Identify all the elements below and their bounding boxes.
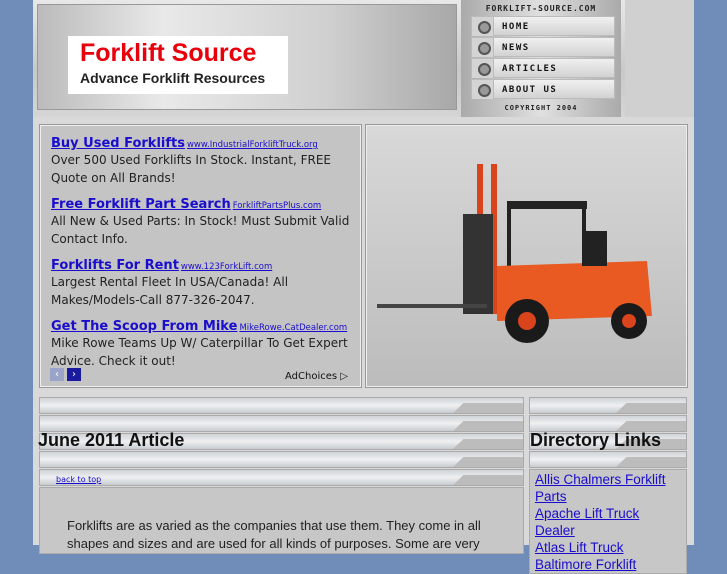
ad-text: Largest Rental Fleet In USA/Canada! All … xyxy=(51,275,289,307)
ad-item: Get The Scoop From Mike MikeRowe.CatDeale… xyxy=(51,315,350,370)
header-banner: Forklift Source Advance Forklift Resourc… xyxy=(37,4,457,110)
divider-bar xyxy=(39,469,524,486)
ad-text: Over 500 Used Forklifts In Stock. Instan… xyxy=(51,153,331,185)
forklift-photo xyxy=(365,124,688,388)
ad-next-button[interactable]: › xyxy=(67,368,81,381)
ad-text: Mike Rowe Teams Up W/ Caterpillar To Get… xyxy=(51,336,348,368)
ad-choices-label: AdChoices xyxy=(285,371,338,382)
nav-news[interactable]: News xyxy=(471,37,615,57)
divider-bar xyxy=(529,397,687,414)
ad-title-link[interactable]: Buy Used Forklifts xyxy=(51,136,185,151)
directory-link[interactable]: Allis Chalmers Forklift Parts xyxy=(535,471,681,505)
nav-articles[interactable]: Articles xyxy=(471,58,615,78)
header-texture xyxy=(625,0,694,117)
directory-link[interactable]: Atlas Lift Truck xyxy=(535,539,681,556)
site-title: Forklift Source xyxy=(80,39,257,67)
divider-bar xyxy=(529,451,687,468)
bullet-icon xyxy=(472,17,494,36)
ad-choices-icon: ▷ xyxy=(340,371,348,382)
bullet-icon xyxy=(472,38,494,57)
ad-item: Free Forklift Part Search ForkliftPartsPl… xyxy=(51,193,350,248)
forklift-image xyxy=(377,164,652,343)
ad-item: Forklifts For Rent www.123ForkLift.com Lar… xyxy=(51,254,350,309)
copyright: Copyright 2004 xyxy=(504,104,578,112)
ad-text: All New & Used Parts: In Stock! Must Sub… xyxy=(51,214,350,246)
nav-home[interactable]: Home xyxy=(471,16,615,36)
ad-prev-button[interactable]: ‹ xyxy=(50,368,64,381)
article-title: June 2011 Article xyxy=(38,430,185,450)
ad-url-link[interactable]: ForkliftPartsPlus.com xyxy=(233,201,321,211)
header: Forklift Source Advance Forklift Resourc… xyxy=(33,0,694,117)
ad-block: Buy Used Forklifts www.IndustrialForklift… xyxy=(39,124,362,388)
bullet-icon xyxy=(472,80,494,99)
directory-links: Allis Chalmers Forklift Parts Apache Lif… xyxy=(529,469,687,574)
ad-pagination: ‹ › xyxy=(50,368,81,381)
article-body: Forklifts are as varied as the companies… xyxy=(39,487,524,554)
back-to-top-link[interactable]: back to top xyxy=(56,475,101,484)
directory-title: Directory Links xyxy=(530,430,662,450)
domain-label: forklift-source.com xyxy=(485,4,597,13)
nav-label: Articles xyxy=(502,64,558,74)
nav-label: News xyxy=(502,43,530,53)
site-tagline: Advance Forklift Resources xyxy=(80,70,266,86)
ad-item: Buy Used Forklifts www.IndustrialForklift… xyxy=(51,132,350,187)
ad-title-link[interactable]: Forklifts For Rent xyxy=(51,258,179,273)
ad-url-link[interactable]: www.IndustrialForkliftTruck.org xyxy=(187,140,318,150)
logo[interactable]: Forklift Source Advance Forklift Resourc… xyxy=(68,36,288,94)
page: Forklift Source Advance Forklift Resourc… xyxy=(33,0,694,574)
nav-label: About Us xyxy=(502,85,558,95)
ad-url-link[interactable]: MikeRowe.CatDealer.com xyxy=(239,323,347,333)
nav-about-us[interactable]: About Us xyxy=(471,79,615,99)
bullet-icon xyxy=(472,59,494,78)
article-text: Forklifts are as varied as the companies… xyxy=(67,518,481,551)
directory-link[interactable]: Apache Lift Truck Dealer xyxy=(535,505,681,539)
ad-url-link[interactable]: www.123ForkLift.com xyxy=(181,262,272,272)
ad-title-link[interactable]: Free Forklift Part Search xyxy=(51,197,231,212)
nav-label: Home xyxy=(502,22,530,32)
ad-title-link[interactable]: Get The Scoop From Mike xyxy=(51,319,237,334)
main-nav: forklift-source.com Home News Articles A… xyxy=(461,0,621,117)
divider-bar xyxy=(39,451,524,468)
divider-bar xyxy=(39,397,524,414)
directory-link[interactable]: Baltimore Forklift xyxy=(535,556,681,573)
ad-choices-link[interactable]: AdChoices ▷ xyxy=(285,371,348,382)
